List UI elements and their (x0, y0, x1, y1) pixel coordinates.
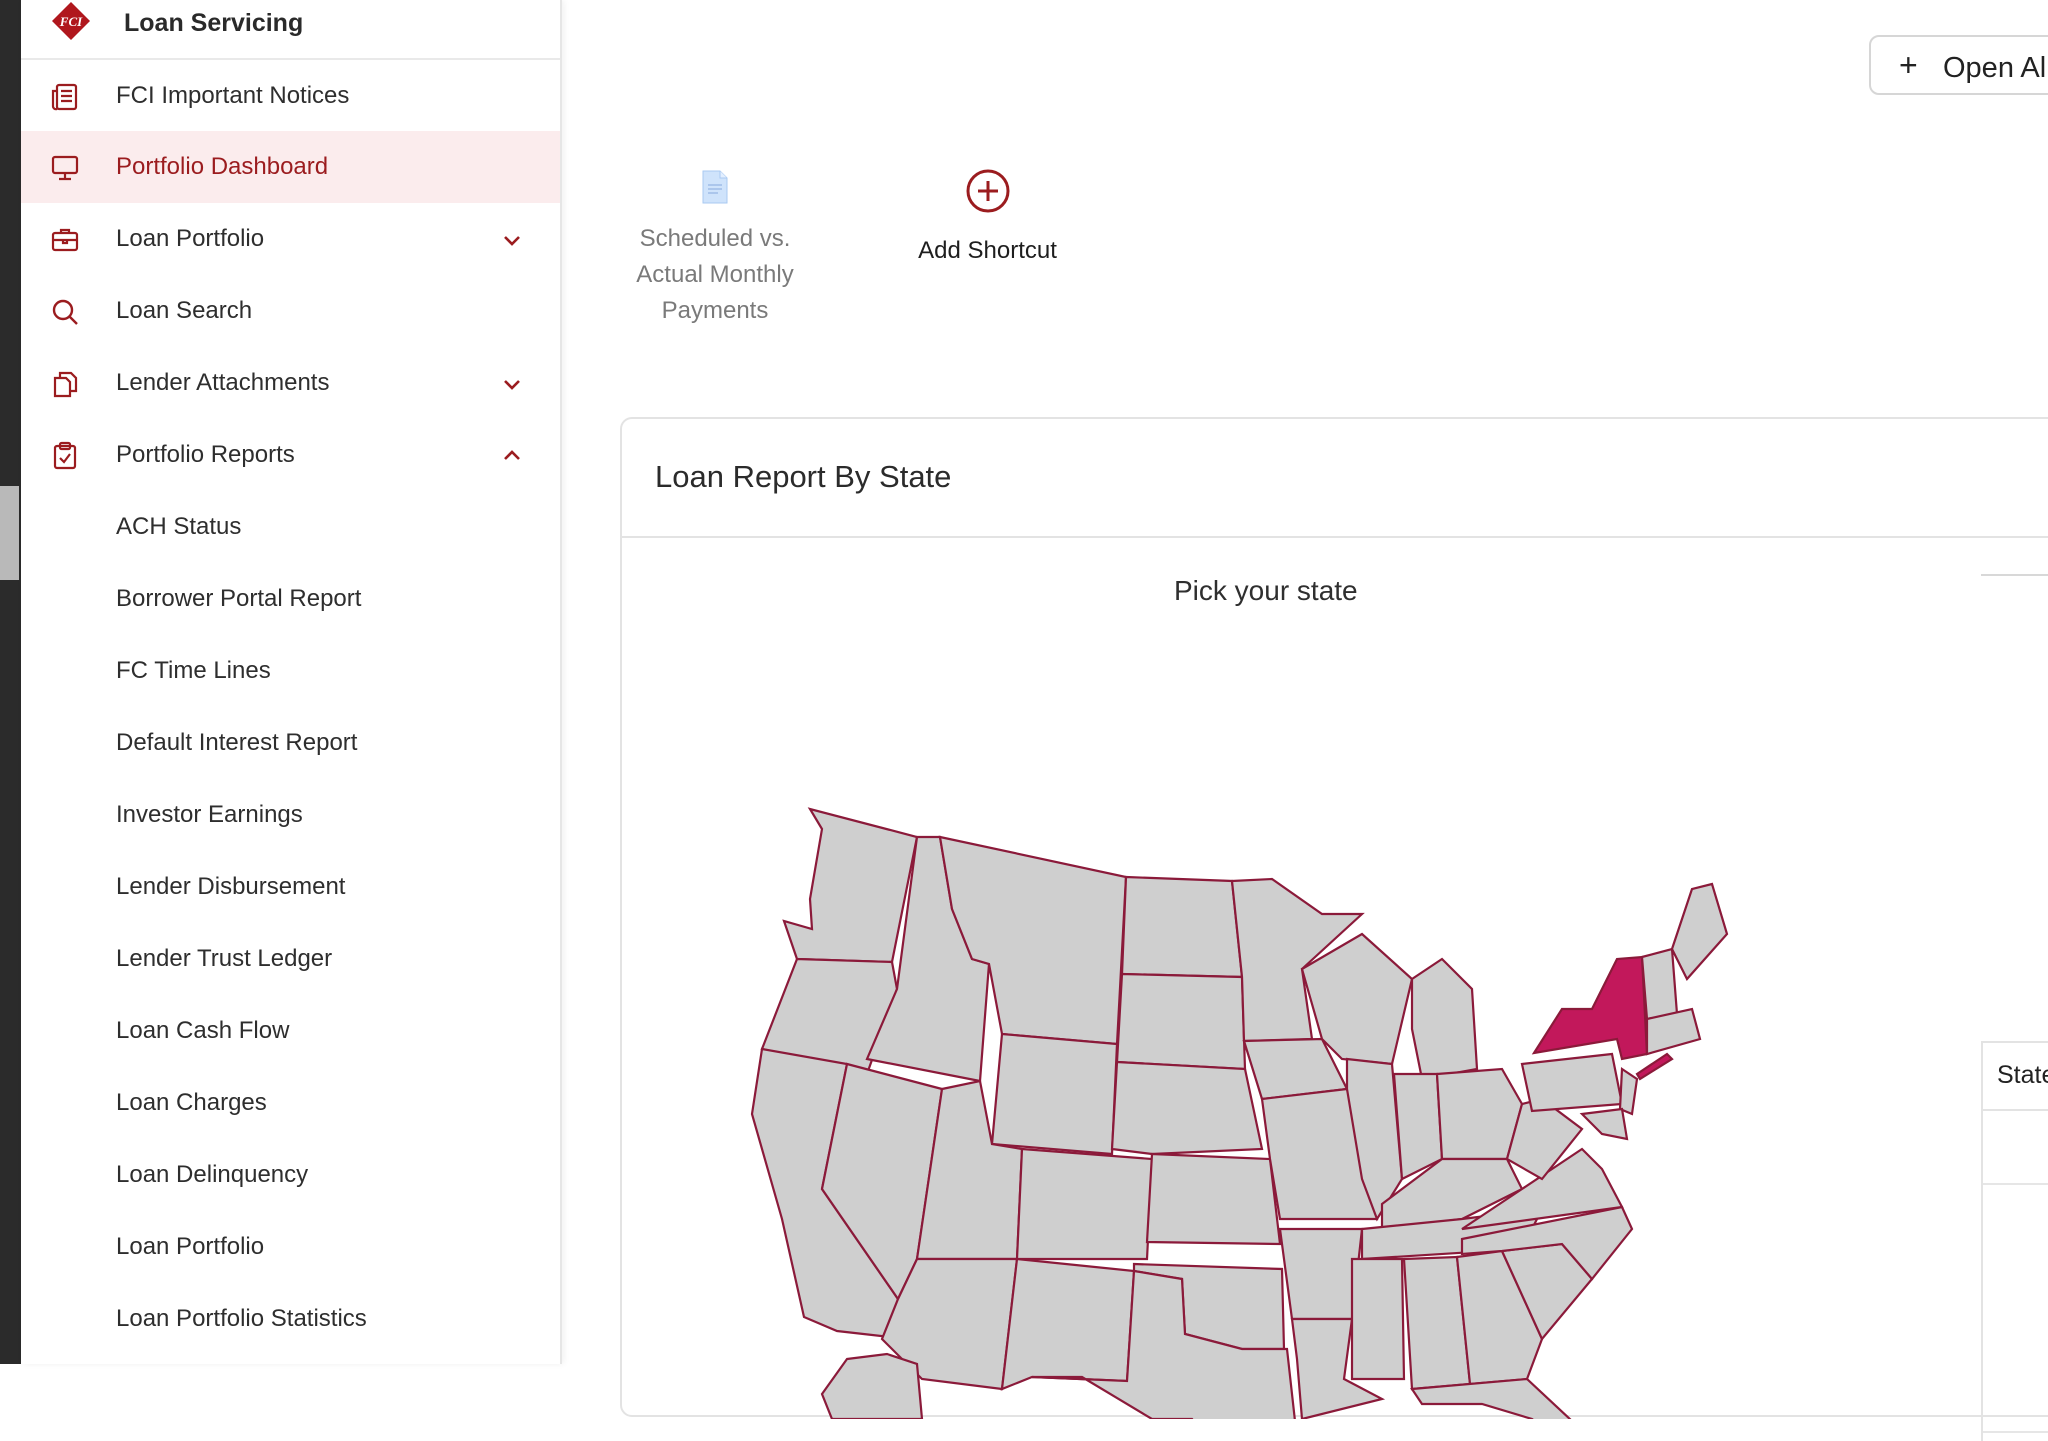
sidebar-report-loan-cash-flow[interactable]: Loan Cash Flow (21, 995, 560, 1067)
open-ai-label: Open Al (1943, 52, 2047, 84)
sidebar-item-label: Lender Attachments (116, 369, 330, 396)
map-prompt: Pick your state (1174, 575, 1358, 606)
state-mississippi[interactable] (1350, 1257, 1406, 1381)
sidebar-report-loan-delinquency[interactable]: Loan Delinquency (21, 1139, 560, 1211)
document-icon (702, 170, 728, 204)
open-ai-button[interactable]: + Open Al (1869, 35, 2048, 95)
state-michigan[interactable] (1410, 957, 1479, 1081)
shortcut-label: Add Shortcut (918, 237, 1057, 264)
sidebar-item-label: Portfolio Reports (116, 441, 295, 468)
sidebar-report-loan-portfolio-statistics[interactable]: Loan Portfolio Statistics (21, 1283, 560, 1355)
report-label: Loan Portfolio (116, 1233, 265, 1260)
state-washington[interactable] (782, 807, 919, 964)
state-colorado[interactable] (1015, 1147, 1154, 1261)
files-icon (53, 371, 78, 398)
app-title: Loan Servicing (124, 9, 304, 37)
state-kansas[interactable] (1145, 1152, 1282, 1246)
state-maryland-delaware[interactable] (1579, 1107, 1629, 1141)
plus-icon: + (1899, 47, 1918, 83)
report-label: Loan Portfolio Statistics (116, 1305, 367, 1332)
table-row-divider (1983, 1183, 2048, 1185)
sidebar-report-borrower-portal[interactable]: Borrower Portal Report (21, 563, 560, 635)
scrollbar-thumb[interactable] (0, 486, 19, 580)
table-row-divider (1983, 1431, 2048, 1433)
report-label: Loan Charges (116, 1089, 267, 1116)
shortcut-scheduled-vs-actual[interactable]: Scheduled vs. Actual Monthly Payments (630, 170, 800, 329)
brand-header: FCI Loan Servicing (21, 0, 560, 60)
newspaper-icon (51, 83, 78, 111)
sidebar-item-important-notices[interactable]: FCI Important Notices (21, 60, 560, 132)
table-header: State (1983, 1041, 2048, 1111)
sidebar-report-default-interest[interactable]: Default Interest Report (21, 707, 560, 779)
state-maine[interactable] (1670, 882, 1729, 981)
briefcase-icon (51, 228, 79, 252)
state-north-dakota[interactable] (1120, 875, 1244, 979)
chevron-down-icon[interactable] (499, 371, 525, 397)
state-new-mexico[interactable] (1000, 1257, 1136, 1391)
state-nebraska[interactable] (1110, 1060, 1264, 1156)
state-ohio[interactable] (1435, 1067, 1524, 1161)
report-label: Lender Trust Ledger (116, 945, 333, 972)
us-state-map[interactable] (722, 659, 1972, 1419)
state-long-island[interactable] (1635, 1052, 1674, 1081)
sidebar: FCI Loan Servicing FCI Important Notices… (21, 0, 562, 1364)
sidebar-report-lender-trust-ledger[interactable]: Lender Trust Ledger (21, 923, 560, 995)
report-label: ACH Status (116, 513, 242, 540)
sidebar-item-label: Loan Search (116, 297, 253, 324)
tab-divider (1981, 574, 2048, 576)
sidebar-item-lender-attachments[interactable]: Lender Attachments (21, 347, 560, 419)
state-south-dakota[interactable] (1115, 972, 1247, 1071)
shortcut-label: Scheduled vs. Actual Monthly Payments (636, 225, 794, 324)
sidebar-item-label: FCI Important Notices (116, 82, 350, 109)
sidebar-report-fc-time-lines[interactable]: FC Time Lines (21, 635, 560, 707)
monitor-icon (51, 155, 79, 181)
chevron-down-icon[interactable] (499, 227, 525, 253)
sidebar-item-loan-search[interactable]: Loan Search (21, 275, 560, 347)
sidebar-report-loan-portfolio[interactable]: Loan Portfolio (21, 1211, 560, 1283)
search-icon (52, 299, 78, 325)
add-shortcut-button[interactable]: Add Shortcut (900, 168, 1075, 269)
clipboard-icon (53, 441, 77, 470)
report-label: Loan Cash Flow (116, 1017, 290, 1044)
fci-logo-icon: FCI (52, 2, 90, 40)
report-label: Default Interest Report (116, 729, 358, 756)
sidebar-item-loan-portfolio[interactable]: Loan Portfolio (21, 203, 560, 275)
sidebar-report-loan-charges[interactable]: Loan Charges (21, 1067, 560, 1139)
card-header: Loan Report By State (622, 419, 2048, 538)
state-vermont-nh[interactable] (1640, 947, 1679, 1021)
sidebar-item-label: Portfolio Dashboard (116, 153, 329, 180)
column-header-state[interactable]: State (1997, 1061, 2048, 1090)
sidebar-item-label: Loan Portfolio (116, 225, 265, 252)
state-new-jersey[interactable] (1618, 1067, 1639, 1116)
chevron-up-icon[interactable] (499, 443, 525, 469)
report-label: Investor Earnings (116, 801, 303, 828)
sidebar-report-ach-status[interactable]: ACH Status (21, 491, 560, 563)
loan-report-card: Loan Report By State Pick your state Sta… (620, 417, 2048, 1441)
sidebar-report-lender-disbursement[interactable]: Lender Disbursement (21, 851, 560, 923)
report-label: FC Time Lines (116, 657, 271, 684)
state-new-york[interactable] (1531, 955, 1649, 1061)
left-window-strip (0, 0, 21, 1364)
state-wyoming[interactable] (990, 1032, 1119, 1156)
svg-text:FCI: FCI (59, 14, 83, 29)
sidebar-report-investor-earnings[interactable]: Investor Earnings (21, 779, 560, 851)
state-table: State (1981, 1041, 2048, 1441)
card-title: Loan Report By State (655, 459, 952, 494)
report-label: Loan Delinquency (116, 1161, 309, 1188)
state-arkansas[interactable] (1278, 1227, 1364, 1321)
report-label: Borrower Portal Report (116, 585, 362, 612)
plus-circle-icon (966, 169, 1009, 213)
sidebar-item-portfolio-dashboard[interactable]: Portfolio Dashboard (21, 131, 560, 203)
state-pennsylvania[interactable] (1520, 1052, 1624, 1113)
report-label: Lender Disbursement (116, 873, 346, 900)
sidebar-item-portfolio-reports[interactable]: Portfolio Reports (21, 419, 560, 491)
